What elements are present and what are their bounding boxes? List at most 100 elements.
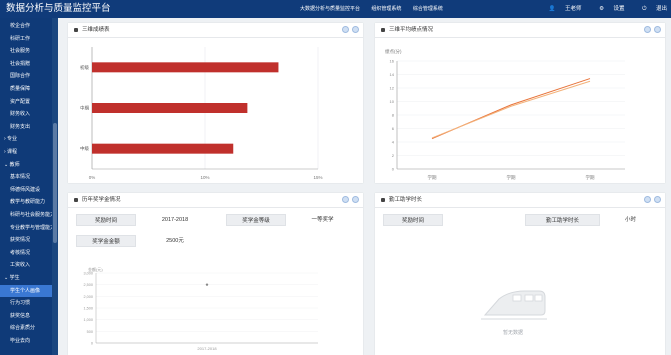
x-tick-label: 15% — [313, 175, 322, 180]
series-line — [431, 78, 591, 140]
expand-button[interactable] — [352, 196, 359, 203]
scholarship-chart: 金额(元)05001,0001,5002,0002,5003,0002017-2… — [83, 266, 318, 351]
panel-scholarship: 历年奖学金情况 奖励时间 2017-2018 奖学金等级 一等奖学 奖学金金额 … — [68, 193, 363, 355]
y-tick-label: 中期 — [80, 105, 89, 112]
panel-three-dim-scores: 三维成绩表 0% 10% 15% 初级 中期 中级 — [68, 23, 363, 183]
sidebar-item[interactable]: 工资收入 — [0, 259, 52, 271]
sidebar-item[interactable]: 教学与教研能力 — [0, 196, 52, 208]
panel-icon — [74, 198, 78, 202]
y-tick-label: 14 — [390, 72, 395, 77]
top-link-org[interactable]: 组织管理系统 — [371, 6, 401, 12]
panel-title: 三维平均绩点情况 — [389, 27, 434, 33]
panel-title: 勤工助学时长 — [389, 197, 423, 203]
sidebar-item[interactable]: ⌄ 教师 — [0, 159, 52, 171]
expand-button[interactable] — [654, 196, 661, 203]
panel-header: 勤工助学时长 — [375, 193, 665, 208]
sidebar-scrollbar[interactable] — [52, 18, 58, 355]
sidebar-item[interactable]: 获奖信息 — [0, 310, 52, 322]
sidebar-item[interactable]: 社会捐赠 — [0, 58, 52, 70]
refresh-button[interactable] — [342, 196, 349, 203]
field-value-hours: 小时 — [603, 214, 658, 226]
refresh-button[interactable] — [644, 26, 651, 33]
y-tick-label: 初级 — [80, 64, 89, 71]
top-link-admin[interactable]: 综合管理系统 — [413, 6, 443, 12]
bar — [92, 143, 234, 154]
settings-button[interactable]: ⚙ 设置 — [591, 6, 624, 12]
sidebar-item[interactable]: 基本情况 — [0, 171, 52, 183]
sidebar-item[interactable]: 财务收入 — [0, 108, 52, 120]
top-bar: 数据分析与质量监控平台 大数据分析与质量监控平台 组织管理系统 综合管理系统 👤… — [0, 0, 671, 18]
bar — [92, 103, 248, 113]
empty-state-text: 暂无数据 — [503, 330, 524, 336]
sidebar-item[interactable]: 毕业去向 — [0, 335, 52, 347]
panel-header: 历年奖学金情况 — [68, 193, 363, 208]
train-icon — [481, 290, 547, 320]
sidebar-item[interactable]: ⌄ 学生 — [0, 272, 52, 284]
user-name-label: 王老师 — [565, 6, 582, 12]
sidebar-item[interactable]: 校企合作 — [0, 20, 52, 32]
y-tick-label: 1,500 — [83, 307, 93, 311]
sidebar-item[interactable]: 获奖情况 — [0, 234, 52, 246]
panel-icon — [381, 198, 385, 202]
sidebar-item[interactable]: 考核情况 — [0, 247, 52, 259]
panel-icon — [74, 28, 78, 32]
panel-header: 三维平均绩点情况 — [375, 23, 665, 38]
field-value-level: 一等奖学 — [290, 214, 355, 226]
x-tick-label: 学期 — [586, 174, 595, 181]
x-tick-label: 10% — [200, 175, 209, 180]
scrollbar-thumb[interactable] — [53, 123, 57, 243]
y-tick-label: 2 — [392, 153, 395, 158]
gear-icon: ⚙ — [599, 6, 605, 12]
sidebar-item[interactable]: 社会服务 — [0, 45, 52, 57]
line-chart: 绩点(分) 0 2 4 6 8 10 12 14 16 学期 学期 学期 — [385, 48, 625, 181]
x-tick-label: 学期 — [507, 174, 516, 181]
refresh-button[interactable] — [644, 196, 651, 203]
sidebar-item[interactable]: 质量保障 — [0, 83, 52, 95]
panel-work-study: 勤工助学时长 奖励时间 勤工助学时长 小时 暂无数据 — [375, 193, 665, 355]
y-tick-label: 10 — [390, 99, 395, 104]
field-label-level: 奖学金等级 — [226, 214, 286, 226]
y-tick-label: 中级 — [80, 145, 89, 152]
field-label-hours: 勤工助学时长 — [525, 214, 600, 226]
sidebar-item[interactable]: › 专业 — [0, 133, 52, 145]
sidebar-item[interactable]: 财务支出 — [0, 121, 52, 133]
sidebar-item[interactable]: 行为习惯 — [0, 297, 52, 309]
panel-header: 三维成绩表 — [68, 23, 363, 38]
x-tick-label: 2017-2018 — [197, 346, 217, 351]
panel-title: 三维成绩表 — [82, 27, 110, 33]
y-tick-label: 4 — [392, 140, 395, 145]
user-name[interactable]: 👤 王老师 — [549, 6, 582, 12]
y-tick-label: 1,000 — [83, 318, 93, 322]
panel-icon — [381, 28, 385, 32]
field-value-award-time: 2017-2018 — [140, 214, 210, 226]
sidebar-item[interactable]: 专业教学与管理能力 — [0, 222, 52, 234]
y-tick-label: 16 — [390, 59, 395, 64]
sidebar-item[interactable]: 科研工作 — [0, 33, 52, 45]
sidebar-item[interactable]: 国际合作 — [0, 70, 52, 82]
sidebar-item[interactable]: 综合素质分 — [0, 322, 52, 334]
sidebar: 校企合作 科研工作 社会服务 社会捐赠 国际合作 质量保障 资产配置 财务收入 财务支出 › 专业… — [0, 18, 52, 355]
top-link-platform[interactable]: 大数据分析与质量监控平台 — [300, 6, 360, 12]
logout-button[interactable]: ⏻ 退出 — [634, 6, 667, 12]
sidebar-item[interactable]: 科研与社会服务能力 — [0, 209, 52, 221]
field-label-award-time: 奖励时间 — [383, 214, 443, 226]
y-tick-label: 0 — [392, 167, 395, 172]
expand-button[interactable] — [654, 26, 661, 33]
user-menu: 👤 王老师 ⚙ 设置 ⏻ 退出 — [541, 5, 667, 13]
series-line — [431, 80, 591, 139]
y-axis-title: 绩点(分) — [385, 48, 402, 55]
y-tick-label: 0 — [91, 342, 93, 346]
sidebar-item[interactable]: 学生个人画像 — [0, 284, 52, 297]
refresh-button[interactable] — [342, 26, 349, 33]
expand-button[interactable] — [352, 26, 359, 33]
sidebar-item[interactable]: 师德师风建设 — [0, 184, 52, 196]
power-icon: ⏻ — [642, 6, 647, 12]
y-tick-label: 2,500 — [83, 283, 93, 287]
y-tick-label: 6 — [392, 126, 395, 131]
sidebar-item[interactable]: › 课程 — [0, 146, 52, 158]
sidebar-item[interactable]: 资产配置 — [0, 96, 52, 108]
panel-gpa-trend: 三维平均绩点情况 绩点(分) 0 2 4 6 8 10 12 14 16 学期 学期 学期 — [375, 23, 665, 183]
y-tick-label: 500 — [87, 330, 93, 334]
settings-label: 设置 — [613, 6, 625, 12]
bar-chart: 0% 10% 15% 初级中期中级 — [80, 47, 323, 180]
